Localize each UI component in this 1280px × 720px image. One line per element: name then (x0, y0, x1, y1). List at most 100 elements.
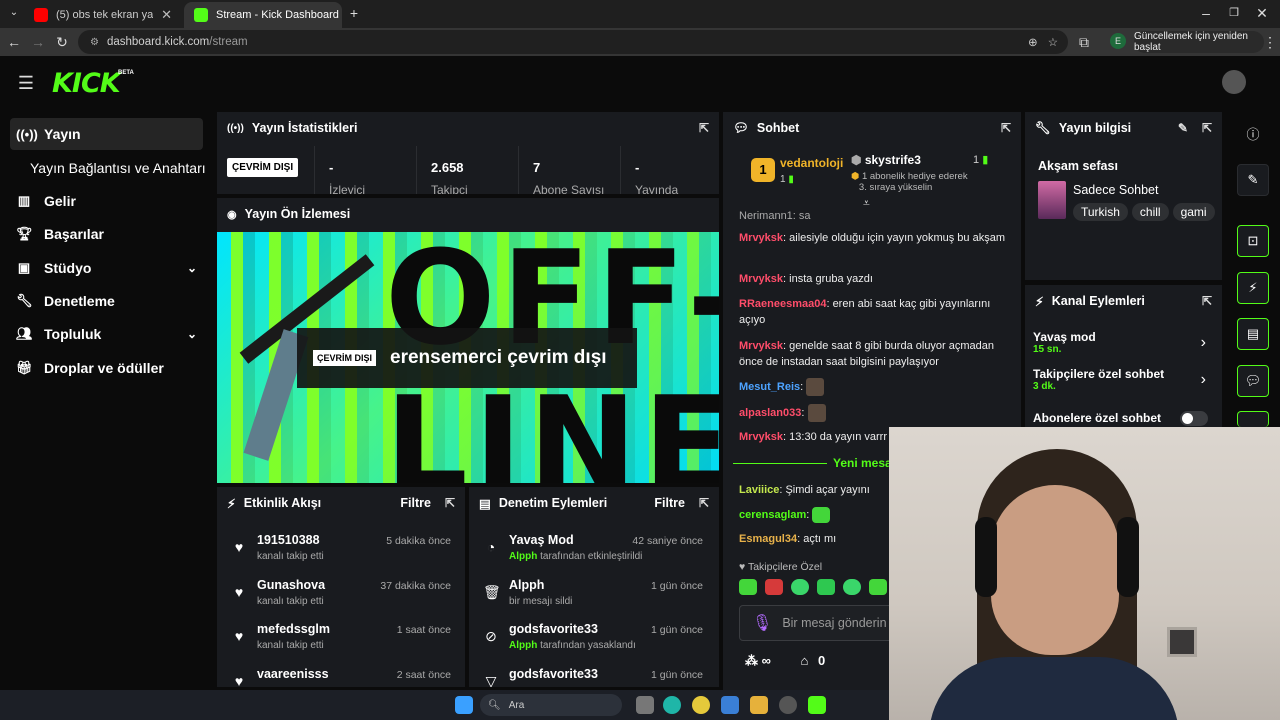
kick-logo[interactable]: KICK (52, 68, 121, 99)
edge-icon[interactable] (663, 696, 681, 714)
forward-icon[interactable]: → (28, 32, 48, 52)
tab-kick-dashboard[interactable]: Stream - Kick Dashboard ✕ (184, 2, 342, 28)
activity-user[interactable]: Gunashova (257, 578, 325, 592)
mod-action-name[interactable]: godsfavorite33 (509, 622, 598, 636)
profile-avatar[interactable]: E (1110, 33, 1126, 49)
second-gifter[interactable]: ⬢ skystrife3 (851, 153, 921, 167)
restore-icon[interactable]: ❐ (1224, 3, 1244, 23)
sidebar-item-basarilar[interactable]: 🏆︎ Başarılar (10, 218, 203, 250)
mail-icon[interactable] (721, 696, 739, 714)
window-close-icon[interactable]: ✕ (1252, 3, 1272, 23)
user-avatar[interactable] (1222, 70, 1246, 94)
category-name[interactable]: Sadece Sohbet (1073, 183, 1159, 197)
emote-button[interactable] (817, 579, 835, 595)
site-info-icon[interactable]: ⚙ (90, 37, 99, 48)
close-tab-icon[interactable]: ✕ (161, 7, 172, 23)
obs-icon[interactable] (779, 696, 797, 714)
chevron-down-icon[interactable]: ⌄ (187, 261, 197, 275)
reload-icon[interactable]: ↻ (52, 32, 72, 52)
edit-pencil-icon[interactable]: ✎ (1237, 164, 1269, 196)
emote-button[interactable] (739, 579, 757, 595)
windows-start-icon[interactable] (455, 696, 473, 714)
new-tab-icon[interactable]: + (344, 3, 364, 23)
chrome-icon[interactable] (692, 696, 710, 714)
popout-icon[interactable]: ⇱ (445, 496, 455, 510)
points-icon[interactable]: ⁂ ∞ (745, 653, 771, 668)
sidebar-item-stream-key[interactable]: Yayın Bağlantısı ve Anahtarı (10, 152, 213, 184)
zoom-icon[interactable]: ⊕ (1028, 35, 1038, 49)
clip-icon[interactable]: ⊡ (1237, 225, 1269, 257)
mod-actor[interactable]: Alpph (509, 551, 537, 562)
list-item: ▽ godsfavorite33 1 gün önce (469, 663, 715, 687)
popout-icon[interactable]: ⇱ (699, 496, 709, 510)
hamburger-menu-icon[interactable]: ☰ (16, 73, 36, 93)
sidebar-item-droplar[interactable]: 🎁︎ Droplar ve ödüller (10, 352, 203, 384)
emote-button[interactable] (869, 579, 887, 595)
sidebar-item-gelir[interactable]: ▥ Gelir (10, 185, 203, 217)
action-followers-only[interactable]: Takipçilere özel sohbet 3 dk. › (1033, 367, 1214, 397)
activity-user[interactable]: vaareenisss (257, 667, 329, 681)
top-gifter-name[interactable]: vedantoloji (780, 156, 843, 170)
subscribers-only-toggle[interactable] (1180, 411, 1208, 426)
taskbar-search[interactable]: 🔍︎ Ara (480, 694, 622, 716)
chat-username[interactable]: Mrvyksk (739, 431, 783, 443)
back-icon[interactable]: ← (4, 32, 24, 52)
edit-pencil-icon[interactable]: ✎ (1178, 121, 1188, 135)
tag-chip[interactable]: chill (1131, 203, 1169, 221)
chat-username[interactable]: Mrvyksk (739, 232, 783, 244)
filter-button[interactable]: Filtre (654, 496, 685, 510)
chat-username[interactable]: Mrvyksk (739, 273, 783, 285)
info-icon[interactable]: ⓘ (1237, 117, 1269, 149)
activity-user[interactable]: mefedssglm (257, 622, 330, 636)
mod-action-name[interactable]: Alpph (509, 578, 544, 592)
popout-icon[interactable]: ⇱ (1001, 121, 1011, 135)
address-bar[interactable]: ⚙ dashboard.kick.com/stream ⊕ ☆ (78, 30, 1068, 54)
filter-button[interactable]: Filtre (400, 496, 431, 510)
emote-button[interactable] (791, 579, 809, 595)
emote-button[interactable] (843, 579, 861, 595)
activity-feed-panel: ⚡︎ Etkinlik Akışı Filtre ⇱ ♥ 191510388 k… (217, 487, 465, 687)
browser-menu-icon[interactable]: ⋮ (1260, 32, 1280, 52)
mod-actor[interactable]: Alpph (509, 640, 537, 651)
chevron-down-icon[interactable]: ⌄ (187, 327, 197, 341)
mod-action-name[interactable]: godsfavorite33 (509, 667, 598, 681)
kick-app-icon[interactable] (808, 696, 826, 714)
chat-username[interactable]: RRaeneesmaa04 (739, 298, 826, 310)
task-view-icon[interactable] (636, 696, 654, 714)
bolt-icon[interactable]: ⚡︎ (1237, 272, 1269, 304)
chat-username[interactable]: Mrvyksk (739, 340, 783, 352)
activity-header: ⚡︎ Etkinlik Akışı Filtre ⇱ (217, 487, 465, 519)
chat-username[interactable]: alpaslan033 (739, 407, 801, 419)
action-slow-mode[interactable]: Yavaş mod 15 sn. › (1033, 330, 1214, 360)
tab-youtube[interactable]: (5) obs tek ekran yayın açma - Y ✕ (24, 2, 182, 28)
chat-username[interactable]: cerensaglam (739, 509, 806, 521)
tag-chip[interactable]: Turkish (1073, 203, 1128, 221)
store-icon[interactable]: ⌂ (801, 653, 809, 668)
popout-icon[interactable]: ⇱ (1202, 294, 1212, 308)
extensions-icon[interactable]: ⧉ (1074, 32, 1094, 52)
sidebar-item-topluluk[interactable]: 👥︎ Topluluk ⌄ (10, 318, 203, 350)
bookmark-star-icon[interactable]: ☆ (1048, 35, 1058, 49)
tab-search-chevron-icon[interactable]: ⌄ (4, 3, 24, 23)
popout-icon[interactable]: ⇱ (699, 121, 709, 135)
list-item: ♥ vaareenisss 2 saat önce (217, 663, 463, 687)
chat-username[interactable]: Esmagul34 (739, 533, 797, 545)
popout-icon[interactable]: ⇱ (1202, 121, 1212, 135)
document-icon[interactable]: ▤ (1237, 318, 1269, 350)
chevron-down-icon: ▽ (485, 673, 497, 687)
broadcast-icon[interactable] (1237, 411, 1269, 427)
chat-username[interactable]: Laviiice (739, 484, 779, 496)
sidebar-item-denetleme[interactable]: 🔧︎ Denetleme (10, 285, 203, 317)
sidebar-item-studyo[interactable]: ▣ Stüdyo ⌄ (10, 252, 203, 284)
tag-chip[interactable]: gami (1172, 203, 1215, 221)
chat-username[interactable]: Mesut_Reis (739, 381, 800, 393)
sidebar-item-yayin[interactable]: ((•)) Yayın (10, 118, 203, 150)
emote-button[interactable] (765, 579, 783, 595)
action-subscribers-only: Abonelere özel sohbet (1033, 411, 1214, 427)
file-explorer-icon[interactable] (750, 696, 768, 714)
microphone-icon[interactable]: 🎙︎ (752, 613, 772, 633)
chat-bubble-icon[interactable]: 💬︎ (1237, 365, 1269, 397)
update-restart-button[interactable]: Güncellemek için yeniden başlat (1134, 31, 1264, 53)
activity-user[interactable]: 191510388 (257, 533, 320, 547)
minimize-icon[interactable]: – (1196, 3, 1216, 23)
